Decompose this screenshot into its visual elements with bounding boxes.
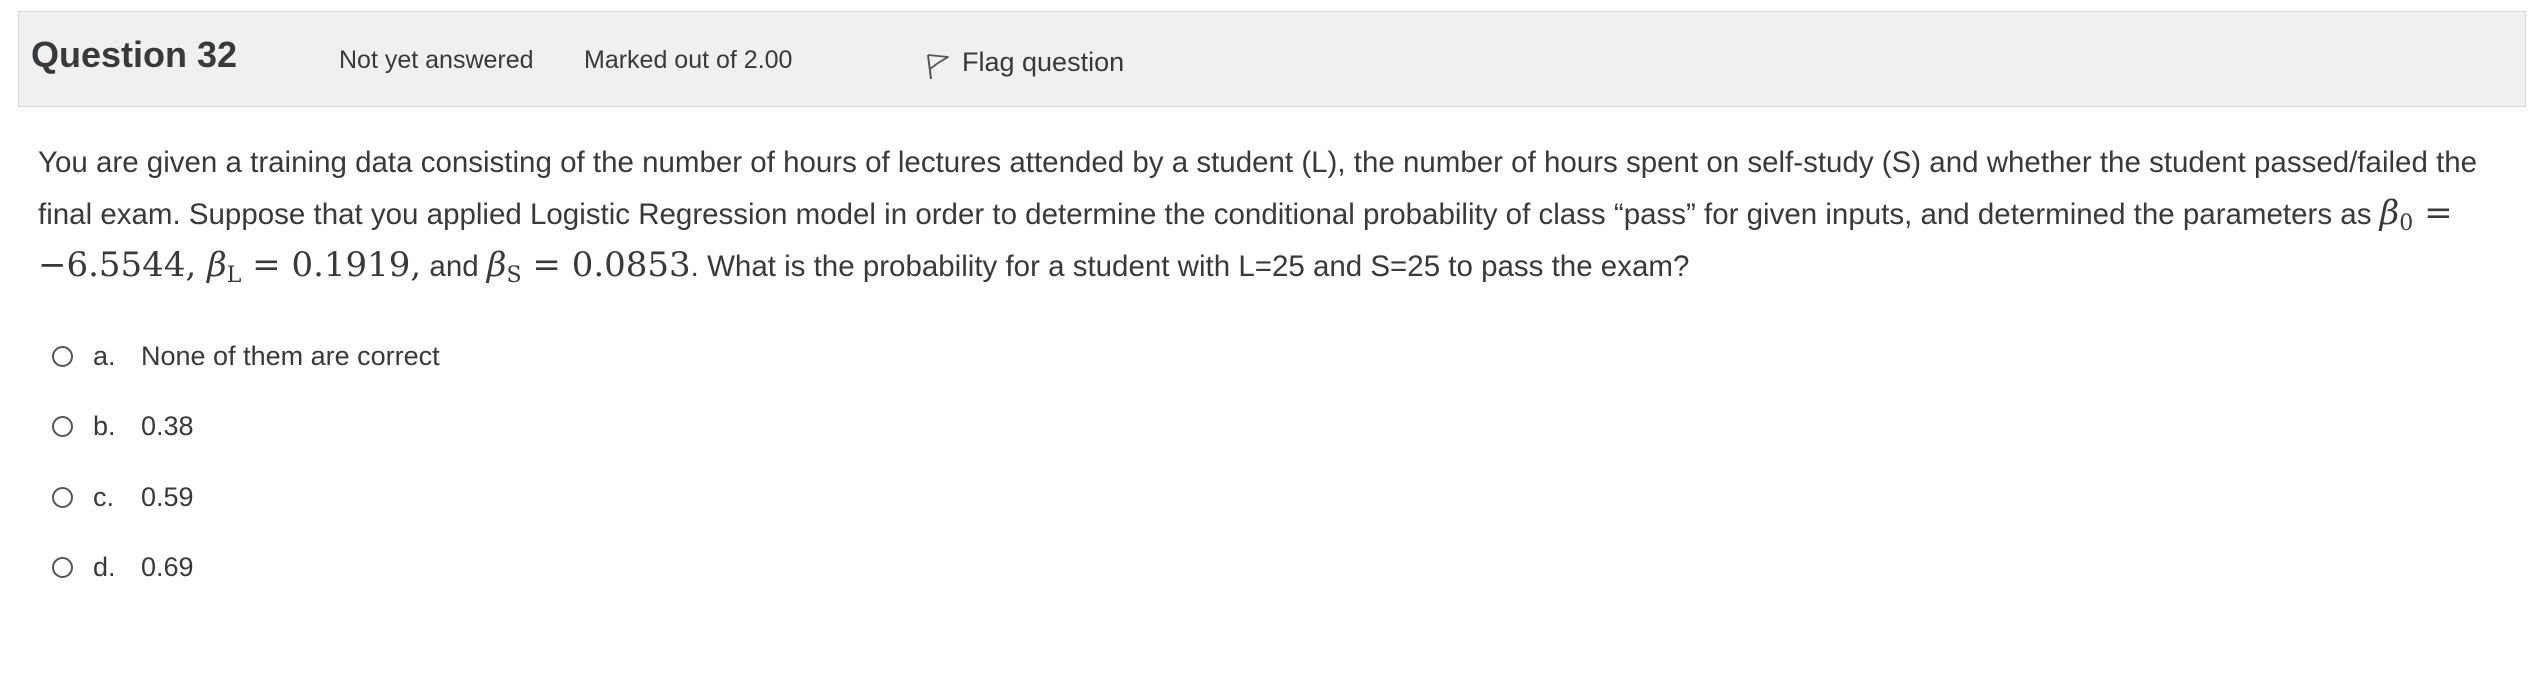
beta-l-value: = 0.1919, xyxy=(241,245,422,285)
answer-status: Not yet answered xyxy=(339,46,534,74)
question-grade: Marked out of 2.00 xyxy=(584,46,793,74)
answer-option-d[interactable]: d. 0.69 xyxy=(52,547,194,587)
answer-letter-a: a. xyxy=(93,340,116,371)
answer-option-c[interactable]: c. 0.59 xyxy=(52,477,194,517)
radio-button-b[interactable] xyxy=(52,415,73,437)
beta-0-subscript: 0 xyxy=(2399,211,2414,236)
answer-option-a[interactable]: a. None of them are correct xyxy=(52,336,440,376)
question-text-part-2: . What is the probability for a student … xyxy=(690,250,1690,283)
answer-letter-c: c. xyxy=(93,481,115,512)
and-text: and xyxy=(421,250,487,283)
flag-question-button[interactable]: Flag question xyxy=(926,44,1124,80)
answer-text-b: 0.38 xyxy=(141,410,194,441)
beta-s-symbol: β xyxy=(486,245,507,285)
radio-button-a[interactable] xyxy=(52,345,73,367)
question-info-bar: Question 32 Not yet answered Marked out o… xyxy=(18,11,2526,107)
beta-l-subscript: L xyxy=(226,263,242,288)
answer-text-c: 0.59 xyxy=(141,481,194,512)
answer-letter-d: d. xyxy=(93,551,116,582)
beta-s-value: = 0.0853 xyxy=(521,245,691,285)
beta-s-subscript: S xyxy=(506,263,522,288)
beta-0-symbol: β xyxy=(2379,193,2400,233)
answer-option-b[interactable]: b. 0.38 xyxy=(52,406,194,446)
question-text: You are given a training data consisting… xyxy=(38,138,2508,292)
flag-question-label: Flag question xyxy=(962,46,1125,77)
question-number-heading: Question 32 xyxy=(31,34,237,76)
question-text-part-1: You are given a training data consisting… xyxy=(38,146,2478,231)
answer-text-a: None of them are correct xyxy=(141,340,440,371)
answer-letter-b: b. xyxy=(93,410,116,441)
beta-l-symbol: β xyxy=(207,245,227,285)
question-number: 32 xyxy=(197,34,238,75)
radio-button-d[interactable] xyxy=(52,556,73,578)
answer-text-d: 0.69 xyxy=(141,551,194,582)
question-word: Question xyxy=(31,34,188,75)
beta-s-expression: βS = 0.0853 xyxy=(486,245,691,288)
flag-outline-icon xyxy=(926,52,950,80)
radio-button-c[interactable] xyxy=(52,486,73,508)
